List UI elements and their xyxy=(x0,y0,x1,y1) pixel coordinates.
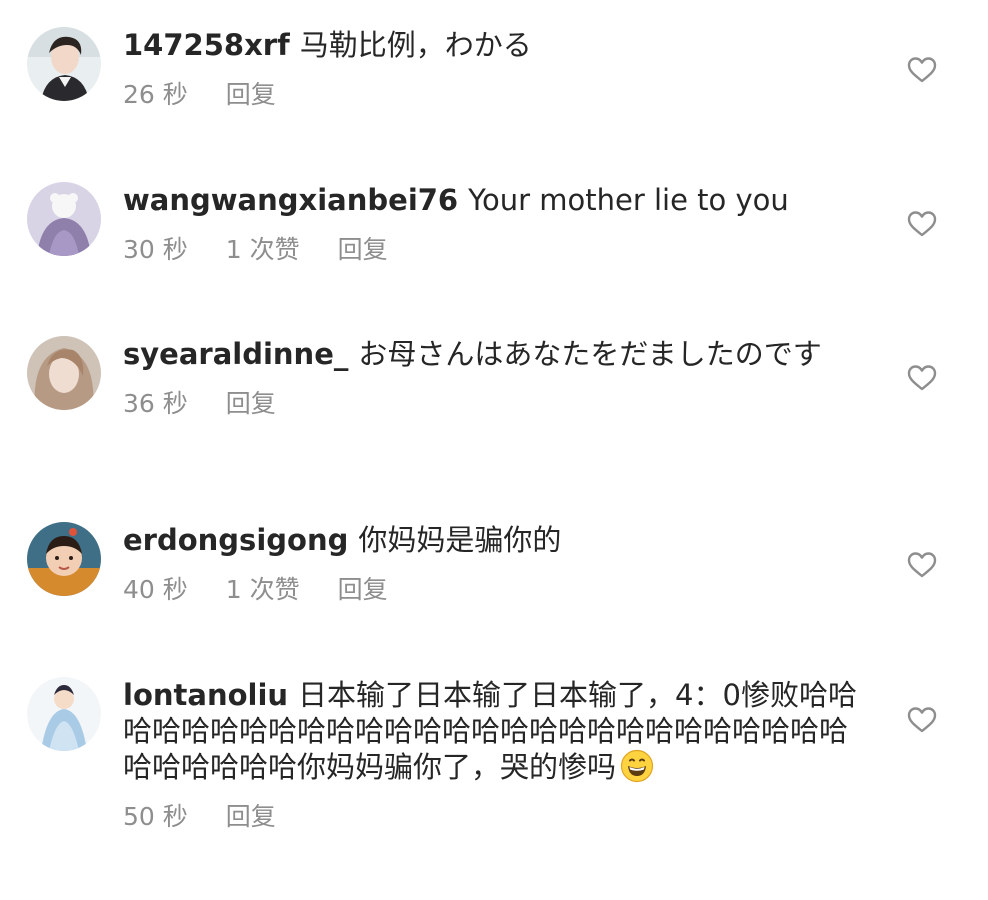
comment-username[interactable]: syearaldinne_ xyxy=(123,337,348,371)
comment-username[interactable]: 147258xrf xyxy=(123,28,290,62)
reply-button[interactable]: 回复 xyxy=(226,802,276,832)
comment-text: 147258xrf 马勒比例，わかる xyxy=(123,27,863,63)
reply-button[interactable]: 回复 xyxy=(226,80,276,110)
comment-meta: 40 秒 1 次赞 回复 xyxy=(123,575,863,605)
comment-time: 36 秒 xyxy=(123,389,188,418)
heart-outline-icon[interactable] xyxy=(906,704,938,736)
comment-content: 你妈妈是骗你的 xyxy=(358,523,562,557)
heart-outline-icon[interactable] xyxy=(906,549,938,581)
heart-outline-icon[interactable] xyxy=(906,208,938,240)
like-count[interactable]: 1 次赞 xyxy=(226,575,300,605)
comment-time: 30 秒 xyxy=(123,235,188,264)
comment-meta: 36 秒 回复 xyxy=(123,389,863,419)
comment-content: 马勒比例，わかる xyxy=(299,28,532,62)
avatar[interactable] xyxy=(27,677,101,751)
comment-text: erdongsigong 你妈妈是骗你的 xyxy=(123,522,863,558)
comment-content: お母さんはあなたをだましたのです xyxy=(358,337,822,371)
comment-username[interactable]: wangwangxianbei76 xyxy=(123,183,458,217)
comment-text: lontanoliu 日本输了日本输了日本输了，4：0惨败哈哈哈哈哈哈哈哈哈哈哈哈… xyxy=(123,677,863,785)
comment-username[interactable]: erdongsigong xyxy=(123,523,348,557)
avatar[interactable] xyxy=(27,182,101,256)
heart-outline-icon[interactable] xyxy=(906,54,938,86)
comment-time: 26 秒 xyxy=(123,80,188,109)
grinning-face-emoji xyxy=(620,749,654,783)
comment-time: 50 秒 xyxy=(123,802,188,831)
comment-time: 40 秒 xyxy=(123,575,188,604)
comment-meta: 50 秒 回复 xyxy=(123,802,863,832)
avatar[interactable] xyxy=(27,336,101,410)
reply-button[interactable]: 回复 xyxy=(338,575,388,605)
comment-content: Your mother lie to you xyxy=(468,183,789,217)
reply-button[interactable]: 回复 xyxy=(338,235,388,265)
like-count[interactable]: 1 次赞 xyxy=(226,235,300,265)
avatar[interactable] xyxy=(27,27,101,101)
comment-username[interactable]: lontanoliu xyxy=(123,678,288,712)
comment-text: syearaldinne_ お母さんはあなたをだましたのです xyxy=(123,336,863,372)
heart-outline-icon[interactable] xyxy=(906,362,938,394)
avatar[interactable] xyxy=(27,522,101,596)
comment-meta: 30 秒 1 次赞 回复 xyxy=(123,235,863,265)
reply-button[interactable]: 回复 xyxy=(226,389,276,419)
comment-text: wangwangxianbei76 Your mother lie to you xyxy=(123,182,863,218)
comment-meta: 26 秒 回复 xyxy=(123,80,863,110)
